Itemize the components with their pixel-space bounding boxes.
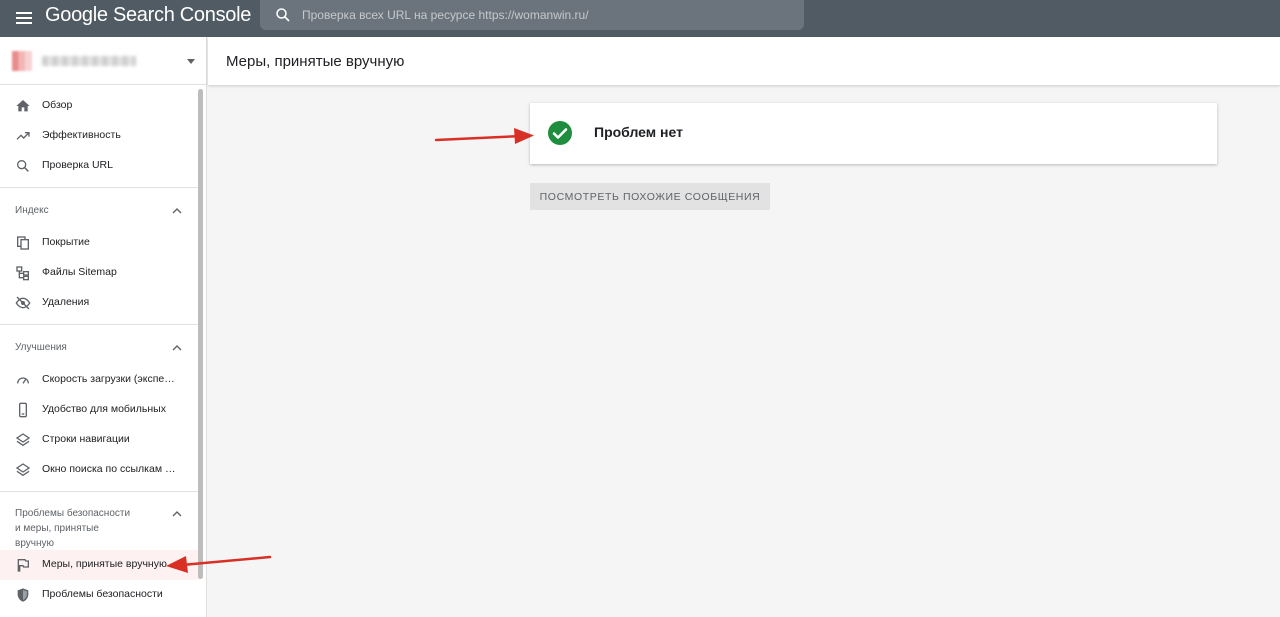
section-index-header[interactable]: Индекс [0, 194, 200, 228]
divider [0, 491, 200, 492]
search-box[interactable] [260, 0, 804, 30]
property-name-blurred [42, 56, 136, 66]
sidebar-item-sitelinks-searchbox[interactable]: Окно поиска по ссылкам с… [0, 455, 200, 485]
sidebar-item-label: Удаления [42, 296, 90, 308]
sidebar-item-label: Проблемы безопасности [42, 588, 163, 600]
chevron-up-icon [172, 511, 182, 517]
page-header: Меры, принятые вручную [208, 37, 1280, 85]
phone-icon [19, 402, 27, 418]
sidebar-item-label: Проверка URL [42, 159, 113, 171]
sidebar-item-label: Скорость загрузки (экспер… [42, 373, 178, 385]
sidebar-item-label: Покрытие [42, 236, 90, 248]
property-selector[interactable] [0, 37, 207, 85]
sidebar-item-breadcrumbs[interactable]: Строки навигации [0, 425, 200, 455]
sidebar-item-label: Эффективность [42, 129, 121, 141]
copy-icon [17, 236, 29, 250]
sidebar-item-label: Меры, принятые вручную [42, 558, 167, 570]
chevron-up-icon [172, 345, 182, 351]
section-security-header[interactable]: Проблемы безопасности и меры, принятые в… [0, 498, 200, 550]
page-title: Меры, принятые вручную [226, 53, 405, 70]
sidebar-item-sitemaps[interactable]: Файлы Sitemap [0, 258, 200, 288]
view-similar-messages-button[interactable]: ПОСМОТРЕТЬ ПОХОЖИЕ СООБЩЕНИЯ [530, 183, 770, 210]
sidebar-item-core-web-vitals[interactable]: Скорость загрузки (экспер… [0, 365, 200, 395]
eye-off-icon [15, 296, 31, 310]
sidebar-item-label: Удобство для мобильных [42, 403, 166, 415]
hamburger-menu-icon[interactable] [14, 8, 34, 28]
section-enhancements-header[interactable]: Улучшения [0, 331, 200, 365]
sidebar-item-url-inspection[interactable]: Проверка URL [0, 151, 200, 181]
layers-icon [15, 463, 31, 477]
sidebar-item-label: Файлы Sitemap [42, 266, 117, 278]
sitemap-icon [16, 266, 29, 281]
divider [0, 324, 200, 325]
property-favicon [12, 51, 32, 71]
search-icon [16, 160, 29, 172]
shield-icon [17, 588, 29, 602]
chevron-up-icon [172, 208, 182, 214]
sidebar-item-label: Обзор [42, 99, 73, 111]
dropdown-caret-icon [187, 59, 195, 64]
section-title-line: и меры, принятые [15, 523, 99, 534]
section-title: Проблемы безопасности и меры, принятые в… [15, 506, 130, 551]
sidebar-item-label: Окно поиска по ссылкам с… [42, 463, 178, 475]
flag-icon [17, 559, 29, 572]
check-circle-icon [548, 121, 572, 145]
layers-icon [15, 433, 31, 447]
section-title: Индекс [15, 205, 49, 216]
sidebar-nav: Обзор Эффективность Проверка URL Индекс … [0, 86, 200, 610]
sidebar-item-label: Строки навигации [42, 433, 130, 445]
section-title-line: вручную [15, 538, 54, 549]
sidebar-item-coverage[interactable]: Покрытие [0, 228, 200, 258]
divider [0, 187, 200, 188]
sidebar: Обзор Эффективность Проверка URL Индекс … [0, 37, 207, 617]
sidebar-item-overview[interactable]: Обзор [0, 91, 200, 121]
app-logo[interactable]: Google Search Console [45, 4, 251, 27]
speed-icon [17, 377, 29, 384]
section-title: Улучшения [15, 342, 67, 353]
search-icon [276, 8, 290, 22]
status-text: Проблем нет [594, 124, 683, 140]
top-bar: Google Search Console [0, 0, 1280, 37]
home-icon [16, 100, 30, 112]
annotation-arrow-icon [166, 555, 272, 573]
annotation-arrow-icon [434, 128, 534, 144]
sidebar-item-removals[interactable]: Удаления [0, 288, 200, 318]
url-inspection-input[interactable] [302, 0, 792, 30]
status-card: Проблем нет [530, 103, 1217, 164]
sidebar-item-mobile-usability[interactable]: Удобство для мобильных [0, 395, 200, 425]
sidebar-item-performance[interactable]: Эффективность [0, 121, 200, 151]
sidebar-item-security-issues[interactable]: Проблемы безопасности [0, 580, 200, 610]
trending-up-icon [16, 132, 30, 140]
section-title-line: Проблемы безопасности [15, 508, 131, 519]
sidebar-scrollbar[interactable] [198, 89, 203, 579]
